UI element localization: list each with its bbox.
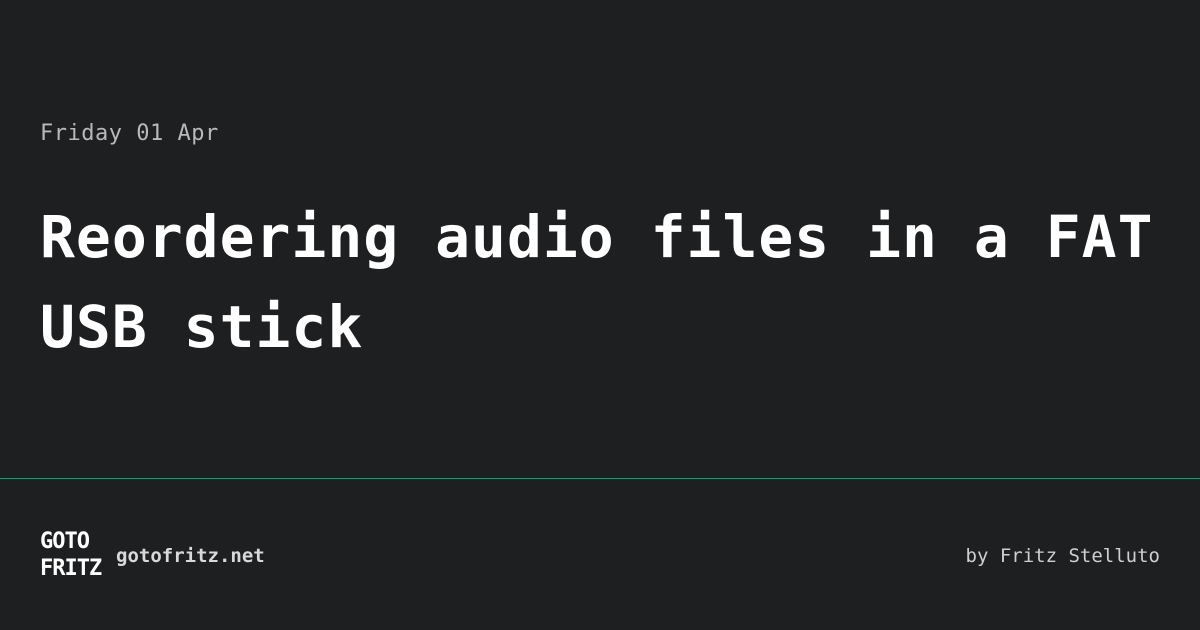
site-name: gotofritz.net bbox=[116, 545, 265, 567]
author-byline: by Fritz Stelluto bbox=[965, 545, 1160, 567]
logo-line-2: FRITZ bbox=[40, 556, 102, 581]
logo-line-1: GOTO bbox=[40, 529, 90, 554]
social-card: Friday 01 Apr Reordering audio files in … bbox=[0, 0, 1200, 630]
footer: GOTO FRITZ gotofritz.net by Fritz Stellu… bbox=[0, 479, 1200, 630]
site-logo: GOTO FRITZ bbox=[40, 528, 104, 582]
post-title: Reordering audio files in a FAT USB stic… bbox=[40, 203, 1154, 361]
post-date: Friday 01 Apr bbox=[40, 121, 219, 146]
